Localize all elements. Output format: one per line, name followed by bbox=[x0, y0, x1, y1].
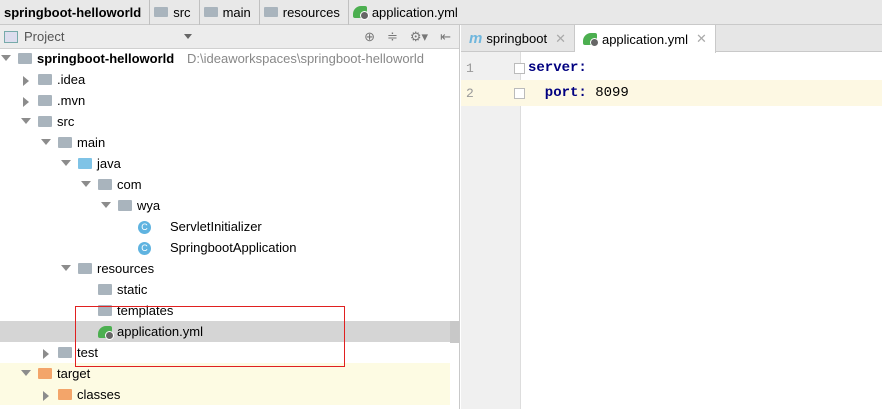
tree-item-label: springboot-helloworld bbox=[37, 51, 175, 66]
view-dropdown-icon[interactable] bbox=[184, 34, 192, 43]
chevron-down-icon[interactable] bbox=[61, 160, 71, 166]
close-icon[interactable]: ✕ bbox=[696, 31, 707, 47]
chevron-down-icon[interactable] bbox=[1, 55, 11, 61]
tree-item[interactable]: wya bbox=[0, 195, 450, 216]
module-folder-icon bbox=[18, 53, 32, 64]
package-icon bbox=[118, 200, 132, 211]
tree-item-label: wya bbox=[137, 198, 161, 213]
tree-item[interactable]: .mvn bbox=[0, 90, 450, 111]
folder-icon bbox=[38, 116, 52, 127]
tree-item[interactable]: java bbox=[0, 153, 450, 174]
excluded-folder-icon bbox=[58, 389, 72, 400]
scrollbar[interactable] bbox=[450, 321, 459, 343]
project-panel-header: Project ⊕ ≑ ⚙▾ ⇤ bbox=[0, 25, 459, 49]
tree-item[interactable]: main bbox=[0, 132, 450, 153]
project-icon bbox=[4, 30, 18, 43]
source-folder-icon bbox=[78, 158, 92, 169]
breadcrumb-project[interactable]: springboot-helloworld bbox=[0, 0, 151, 25]
code-line[interactable]: 2 port: 8099 bbox=[461, 80, 882, 106]
fold-marker-icon[interactable] bbox=[514, 87, 525, 99]
crumb-label: src bbox=[173, 4, 191, 20]
tree-item[interactable]: resources bbox=[0, 258, 450, 279]
chevron-right-icon[interactable] bbox=[23, 76, 29, 86]
tab-label: application.yml bbox=[601, 31, 688, 47]
excluded-folder-icon bbox=[38, 368, 52, 379]
tree-item-label: SpringbootApplication bbox=[170, 240, 297, 255]
breadcrumb-file[interactable]: application.yml bbox=[349, 0, 466, 25]
tree-item[interactable]: com bbox=[0, 174, 450, 195]
tree-item-label: java bbox=[97, 156, 121, 171]
chevron-right-icon[interactable] bbox=[43, 349, 49, 359]
tree-item-label: src bbox=[57, 114, 75, 129]
tree-item[interactable]: C SpringbootApplication bbox=[0, 237, 450, 258]
yaml-value: 8099 bbox=[586, 85, 629, 101]
folder-icon bbox=[154, 7, 169, 17]
spring-class-icon: C bbox=[138, 242, 151, 255]
tab-springboot[interactable]: m springboot ✕ bbox=[461, 25, 575, 52]
code-line[interactable]: 1 server: bbox=[461, 55, 882, 81]
maven-icon: m bbox=[469, 30, 483, 47]
chevron-down-icon[interactable] bbox=[21, 118, 31, 124]
collapse-all-icon[interactable]: ≑ bbox=[387, 29, 398, 45]
folder-icon bbox=[98, 284, 112, 295]
tree-item[interactable]: C ServletInitializer bbox=[0, 216, 450, 237]
crumb-label: springboot-helloworld bbox=[4, 4, 142, 20]
crumb-label: resources bbox=[282, 4, 340, 20]
tree-item-label: classes bbox=[77, 387, 121, 402]
hide-panel-icon[interactable]: ⇤ bbox=[440, 29, 451, 45]
package-icon bbox=[98, 179, 112, 190]
breadcrumb-resources[interactable]: resources bbox=[260, 0, 349, 25]
scroll-from-source-icon[interactable]: ⊕ bbox=[364, 29, 375, 45]
yaml-key: port: bbox=[528, 85, 587, 101]
fold-marker-icon[interactable] bbox=[514, 62, 525, 74]
highlight-box bbox=[75, 306, 345, 367]
breadcrumb: springboot-helloworld src main resources… bbox=[0, 0, 882, 25]
breadcrumb-src[interactable]: src bbox=[150, 0, 200, 25]
folder-icon bbox=[58, 137, 72, 148]
chevron-right-icon[interactable] bbox=[23, 97, 29, 107]
tree-item[interactable]: springboot-helloworld D:\ideaworkspaces\s… bbox=[0, 48, 450, 69]
folder-icon bbox=[58, 347, 72, 358]
tree-item[interactable]: static bbox=[0, 279, 450, 300]
chevron-right-icon[interactable] bbox=[43, 391, 49, 401]
spring-yml-icon bbox=[582, 33, 599, 47]
panel-title[interactable]: Project bbox=[24, 29, 64, 44]
tree-item[interactable]: .idea bbox=[0, 69, 450, 90]
chevron-down-icon[interactable] bbox=[81, 181, 91, 187]
tab-label: springboot bbox=[486, 31, 548, 46]
class-icon: C bbox=[138, 221, 151, 234]
chevron-down-icon[interactable] bbox=[101, 202, 111, 208]
breadcrumb-main[interactable]: main bbox=[200, 0, 260, 25]
tree-item-label: com bbox=[117, 177, 142, 192]
tab-application-yml[interactable]: application.yml ✕ bbox=[574, 25, 716, 53]
folder-icon bbox=[203, 7, 218, 17]
tree-item-label: .mvn bbox=[57, 93, 86, 108]
chevron-down-icon[interactable] bbox=[41, 139, 51, 145]
tree-item-label: static bbox=[117, 282, 148, 297]
tree-item-label: resources bbox=[97, 261, 155, 276]
folder-icon bbox=[38, 74, 52, 85]
folder-icon bbox=[38, 95, 52, 106]
spring-yml-icon bbox=[352, 6, 369, 20]
tree-item-label: main bbox=[77, 135, 106, 150]
editor-tabs: m springboot ✕ application.yml ✕ bbox=[461, 25, 882, 53]
project-path: D:\ideaworkspaces\springboot-helloworld bbox=[187, 51, 425, 66]
crumb-label: application.yml bbox=[371, 4, 458, 20]
yaml-key: server: bbox=[528, 60, 587, 76]
tree-item[interactable]: classes bbox=[0, 384, 450, 405]
resources-folder-icon bbox=[78, 263, 92, 274]
tree-item-label: .idea bbox=[57, 72, 86, 87]
line-number: 1 bbox=[466, 60, 474, 76]
tree-item-label: target bbox=[57, 366, 91, 381]
tree-item[interactable]: src bbox=[0, 111, 450, 132]
crumb-label: main bbox=[222, 4, 251, 20]
tree-item-label: ServletInitializer bbox=[170, 219, 262, 234]
resources-folder-icon bbox=[263, 7, 278, 17]
line-number: 2 bbox=[466, 85, 474, 101]
chevron-down-icon[interactable] bbox=[61, 265, 71, 271]
close-icon[interactable]: ✕ bbox=[555, 31, 566, 47]
gear-icon[interactable]: ⚙▾ bbox=[410, 29, 428, 45]
chevron-down-icon[interactable] bbox=[21, 370, 31, 376]
